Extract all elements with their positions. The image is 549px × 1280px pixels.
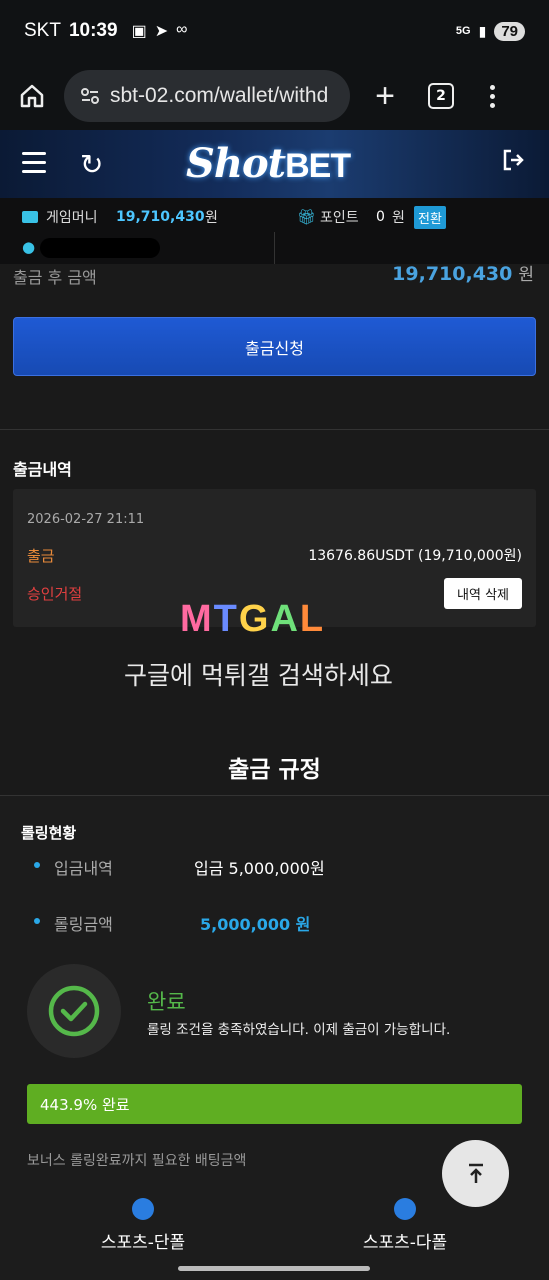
carrier-label: SKT — [24, 20, 61, 41]
home-button[interactable] — [0, 83, 64, 109]
balance-bar: 게임머니 19,710,430 원 🎁︎ 포인트 0 원 전환 ● — [0, 198, 549, 264]
history-date: 2026-02-27 21:11 — [27, 512, 145, 527]
browser-toolbar: sbt-02.com/wallet/withd + 2 — [0, 62, 549, 130]
point-label: 포인트 — [320, 210, 359, 226]
network-5g-icon: 5G — [455, 25, 471, 37]
address-bar[interactable]: sbt-02.com/wallet/withd — [64, 70, 350, 122]
home-icon — [20, 84, 44, 108]
football-icon — [394, 1198, 416, 1220]
home-indicator — [178, 1266, 370, 1271]
rolling-status-title: 롤링현황 — [21, 824, 77, 842]
nav-sports-single[interactable]: 스포츠-단폴 — [43, 1194, 243, 1253]
rolling-value: 5,000,000 원 — [200, 915, 311, 934]
logout-icon[interactable] — [502, 148, 526, 179]
delete-history-button[interactable]: 내역 삭제 — [444, 578, 522, 609]
game-money-value: 19,710,430 — [116, 209, 205, 225]
site-settings-icon — [81, 88, 99, 104]
gift-icon: 🎁︎ — [297, 208, 317, 226]
status-bar: SKT 10:39 ▣ ➤ ∞ 5G ▮ 79 — [0, 0, 549, 62]
bonus-rolling-note: 보너스 롤링완료까지 필요한 배팅금액 — [27, 1153, 247, 1169]
refresh-icon[interactable]: ↻ — [80, 148, 103, 181]
site-logo[interactable]: ShotBET — [186, 140, 351, 187]
hamburger-menu-button[interactable] — [22, 152, 46, 179]
history-amount: 13676.86USDT (19,710,000원) — [308, 548, 522, 564]
more-menu-button[interactable] — [490, 84, 495, 108]
game-money-unit: 원 — [205, 210, 218, 226]
user-icon: ● — [22, 238, 36, 256]
deposit-label: 입금내역 — [54, 859, 113, 878]
history-type: 출금 — [27, 547, 55, 565]
telegram-icon: ➤ — [154, 23, 169, 40]
check-circle-icon — [27, 964, 121, 1058]
rolling-progress-bar: 443.9% 완료 — [27, 1084, 522, 1124]
nav-label: 스포츠-단폴 — [100, 1233, 186, 1253]
progress-text: 443.9% 완료 — [40, 1096, 130, 1114]
redacted-username — [40, 238, 160, 258]
rules-title: 출금 규정 — [228, 757, 321, 783]
voicemail-icon: ∞ — [176, 21, 188, 38]
complete-description: 롤링 조건을 충족하였습니다. 이제 출금이 가능합니다. — [147, 1022, 451, 1038]
site-header: ↻ ShotBET — [0, 130, 549, 198]
signal-icon: ▮ — [478, 22, 487, 39]
watermark-text: 구글에 먹튀갤 검색하세요 — [124, 661, 393, 690]
history-status: 승인거절 — [27, 585, 83, 603]
watermark-logo: MTGAL — [180, 598, 326, 640]
scroll-to-top-button[interactable] — [442, 1140, 509, 1207]
rolling-label: 롤링금액 — [54, 915, 113, 934]
url-text: sbt-02.com/wallet/withd — [110, 84, 329, 107]
convert-button[interactable]: 전환 — [414, 206, 446, 229]
wallet-icon — [22, 211, 38, 223]
tab-switcher-button[interactable]: 2 — [428, 83, 454, 109]
bullet-icon — [34, 918, 40, 924]
nav-label: 스포츠-다폴 — [362, 1233, 448, 1253]
game-money-label: 게임머니 — [46, 210, 98, 226]
withdraw-request-button[interactable]: 출금신청 — [13, 317, 536, 376]
after-withdraw-label: 출금 후 금액 — [13, 268, 97, 287]
divider — [0, 429, 549, 430]
arrow-up-icon — [468, 1163, 483, 1183]
history-title: 출금내역 — [13, 460, 72, 479]
after-withdraw-value: 19,710,430 원 — [392, 263, 534, 285]
complete-title: 완료 — [147, 990, 186, 1014]
bullet-icon — [34, 862, 40, 868]
battery-icon: 79 — [494, 21, 525, 41]
divider — [274, 232, 275, 264]
new-tab-button[interactable]: + — [350, 77, 420, 116]
deposit-value: 입금 5,000,000원 — [194, 859, 325, 878]
clock: 10:39 — [68, 20, 118, 41]
point-unit: 원 — [392, 210, 405, 226]
screenshot-icon: ▣ — [131, 23, 147, 40]
volleyball-icon — [132, 1198, 154, 1220]
point-value: 0 — [376, 209, 385, 225]
